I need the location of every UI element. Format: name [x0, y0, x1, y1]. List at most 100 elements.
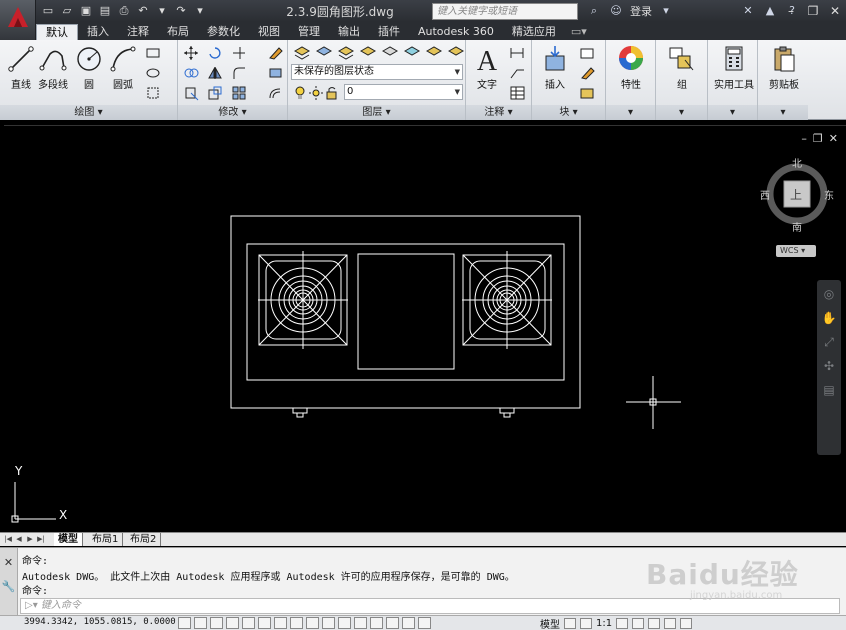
arc-button[interactable]: 圆弧 [106, 44, 140, 100]
dimension-icon[interactable] [508, 44, 526, 60]
layer-unisolate-icon[interactable] [358, 44, 377, 60]
edit-block-icon[interactable] [578, 64, 596, 80]
viewport-minimize-icon[interactable]: – [801, 132, 807, 145]
attribute-icon[interactable] [578, 84, 596, 100]
right-knob[interactable] [499, 407, 515, 418]
user-icon[interactable]: ☺ [608, 3, 624, 19]
ducs-toggle[interactable] [306, 617, 319, 629]
tab-plugins[interactable]: 插件 [369, 24, 409, 40]
group-panel-title[interactable]: ▾ [656, 105, 707, 120]
wcs-menu[interactable]: WCS ▾ [776, 245, 816, 257]
clipboard-panel-title[interactable]: ▾ [758, 105, 808, 120]
isolate-objects-icon[interactable] [664, 618, 677, 629]
annotation-visibility-icon[interactable] [616, 618, 629, 629]
application-menu-button[interactable] [0, 0, 36, 40]
minimize-icon[interactable]: – [780, 0, 802, 22]
login-link[interactable]: 登录 [630, 3, 652, 19]
layer-isolate-icon[interactable] [336, 44, 355, 60]
clean-screen-icon[interactable] [680, 618, 693, 629]
lock-icon[interactable] [648, 618, 661, 629]
annotation-panel-title[interactable]: 注释 ▾ [466, 105, 531, 120]
osnap-toggle[interactable] [258, 617, 271, 629]
layer-state-icon[interactable] [314, 44, 333, 60]
otrack-toggle[interactable] [290, 617, 303, 629]
tab-home[interactable]: 默认 [36, 24, 78, 40]
explode-icon[interactable] [266, 64, 284, 80]
ellipse-icon[interactable] [144, 64, 162, 80]
workspace-icon[interactable] [632, 618, 645, 629]
compass-north[interactable]: 北 [792, 155, 802, 170]
steering-wheel-icon[interactable]: ◎ [817, 284, 841, 304]
save-as-icon[interactable]: ▤ [97, 3, 113, 19]
layer-lock-icon[interactable] [424, 44, 443, 60]
compass-west[interactable]: 西 [760, 187, 770, 202]
selection-cycling-toggle[interactable] [386, 617, 399, 629]
tab-manage[interactable]: 管理 [289, 24, 329, 40]
quick-properties-toggle[interactable] [370, 617, 383, 629]
layout-toggle[interactable] [418, 617, 431, 629]
block-panel-title[interactable]: 块 ▾ [532, 105, 605, 120]
draw-panel-title[interactable]: 绘图 ▾ [0, 105, 177, 120]
utilities-button[interactable]: 实用工具 [714, 44, 754, 100]
rotate-icon[interactable] [206, 44, 224, 60]
lineweight-toggle[interactable] [338, 617, 351, 629]
next-layout-icon[interactable]: ▶ [25, 534, 35, 545]
copy-icon[interactable] [182, 64, 200, 80]
group-button[interactable]: 组 [665, 44, 699, 100]
viewport-close-icon[interactable]: ✕ [829, 132, 838, 145]
modify-panel-title[interactable]: 修改 ▾ [178, 105, 287, 120]
close-icon[interactable]: ✕ [824, 0, 846, 22]
insert-block-button[interactable]: 插入 [538, 44, 572, 100]
undo-dropdown-icon[interactable]: ▾ [154, 3, 170, 19]
trim-icon[interactable] [230, 44, 248, 60]
3d-osnap-toggle[interactable] [274, 617, 287, 629]
tab-view[interactable]: 视图 [249, 24, 289, 40]
move-icon[interactable] [182, 44, 200, 60]
pan-icon[interactable]: ✋ [817, 308, 841, 328]
compass-south[interactable]: 南 [792, 219, 802, 234]
polyline-button[interactable]: 多段线 [36, 44, 70, 100]
infer-constraints-toggle[interactable] [178, 617, 191, 629]
orbit-icon[interactable]: ✣ [817, 356, 841, 376]
scale-icon[interactable] [206, 84, 224, 100]
customize-icon[interactable]: 🔧 [0, 578, 17, 596]
first-layout-icon[interactable]: |◀ [3, 534, 13, 545]
clipboard-button[interactable]: 剪贴板 [764, 44, 804, 100]
tab-insert[interactable]: 插入 [78, 24, 118, 40]
polar-toggle[interactable] [242, 617, 255, 629]
binoculars-icon[interactable]: ⌕ [586, 3, 602, 19]
ribbon-minimize-icon[interactable]: ▭▾ [565, 24, 593, 40]
left-knob[interactable] [292, 407, 308, 418]
quick-view-layouts-icon[interactable] [564, 618, 576, 629]
table-icon[interactable] [508, 84, 526, 100]
tab-parametric[interactable]: 参数化 [198, 24, 249, 40]
hatch-icon[interactable] [144, 84, 162, 100]
quick-view-drawings-icon[interactable] [580, 618, 592, 629]
close-command-line-icon[interactable]: ✕ [0, 554, 17, 572]
compass-east[interactable]: 东 [824, 187, 834, 202]
transparency-toggle[interactable] [354, 617, 367, 629]
text-button[interactable]: A 文字 [470, 44, 504, 100]
snap-toggle[interactable] [194, 617, 207, 629]
stretch-icon[interactable] [182, 84, 200, 101]
tab-layout[interactable]: 布局 [158, 24, 198, 40]
open-file-icon[interactable]: ▱ [59, 3, 75, 19]
layer-dropdown[interactable]: 0 ▼ [344, 84, 463, 100]
layer-off-icon[interactable] [380, 44, 399, 60]
print-icon[interactable]: ⎙ [116, 3, 132, 19]
viewport-restore-icon[interactable]: ❐ [813, 132, 823, 145]
showmotion-icon[interactable]: ▤ [817, 380, 841, 400]
zoom-extents-icon[interactable]: ⤢ [817, 332, 841, 352]
layer-state-dropdown[interactable]: 未保存的图层状态 ▼ [291, 64, 463, 80]
last-layout-icon[interactable]: ▶| [36, 534, 46, 545]
layout-tab-model[interactable]: 模型 [54, 533, 83, 546]
exchange-icon[interactable]: ✕ [740, 3, 756, 19]
ortho-toggle[interactable] [226, 617, 239, 629]
tab-output[interactable]: 输出 [329, 24, 369, 40]
properties-panel-title[interactable]: ▾ [606, 105, 655, 120]
tab-autodesk-360[interactable]: Autodesk 360 [409, 24, 503, 40]
leader-icon[interactable] [508, 64, 526, 80]
search-input[interactable]: 键入关键字或短语 [432, 3, 578, 20]
layer-freeze-icon[interactable] [402, 44, 421, 60]
rectangle-icon[interactable] [144, 44, 162, 60]
